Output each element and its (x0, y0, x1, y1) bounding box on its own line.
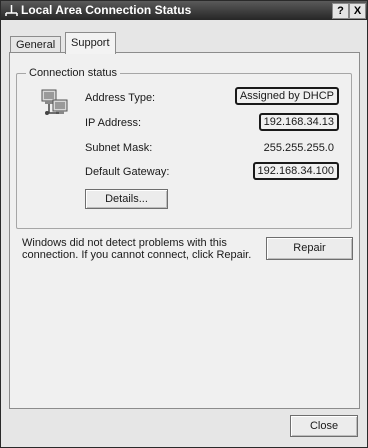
close-window-button[interactable]: X (349, 3, 366, 19)
network-connection-icon (39, 86, 73, 120)
address-type-label: Address Type: (85, 92, 156, 104)
ip-address-value: 192.168.34.13 (258, 113, 339, 131)
tab-support[interactable]: Support (65, 32, 116, 54)
network-icon (5, 4, 18, 17)
repair-message: Windows did not detect problems with thi… (22, 237, 252, 261)
window-title: Local Area Connection Status (21, 3, 192, 17)
help-button[interactable]: ? (332, 3, 349, 19)
group-label: Connection status (26, 67, 121, 79)
title-bar[interactable]: Local Area Connection Status ? X (1, 1, 367, 20)
details-button[interactable]: Details... (85, 189, 168, 209)
address-type-value: Assigned by DHCP (234, 87, 339, 105)
tab-general[interactable]: General (10, 36, 62, 53)
default-gateway-value: 192.168.34.100 (252, 162, 339, 180)
default-gateway-label: Default Gateway: (85, 166, 170, 178)
subnet-mask-label: Subnet Mask: (85, 142, 153, 154)
status-dialog: Local Area Connection Status ? X General… (0, 0, 368, 448)
ip-address-label: IP Address: (85, 117, 142, 129)
subnet-mask-value: 255.255.255.0 (263, 142, 334, 154)
repair-button[interactable]: Repair (266, 237, 353, 260)
close-button[interactable]: Close (290, 415, 358, 437)
